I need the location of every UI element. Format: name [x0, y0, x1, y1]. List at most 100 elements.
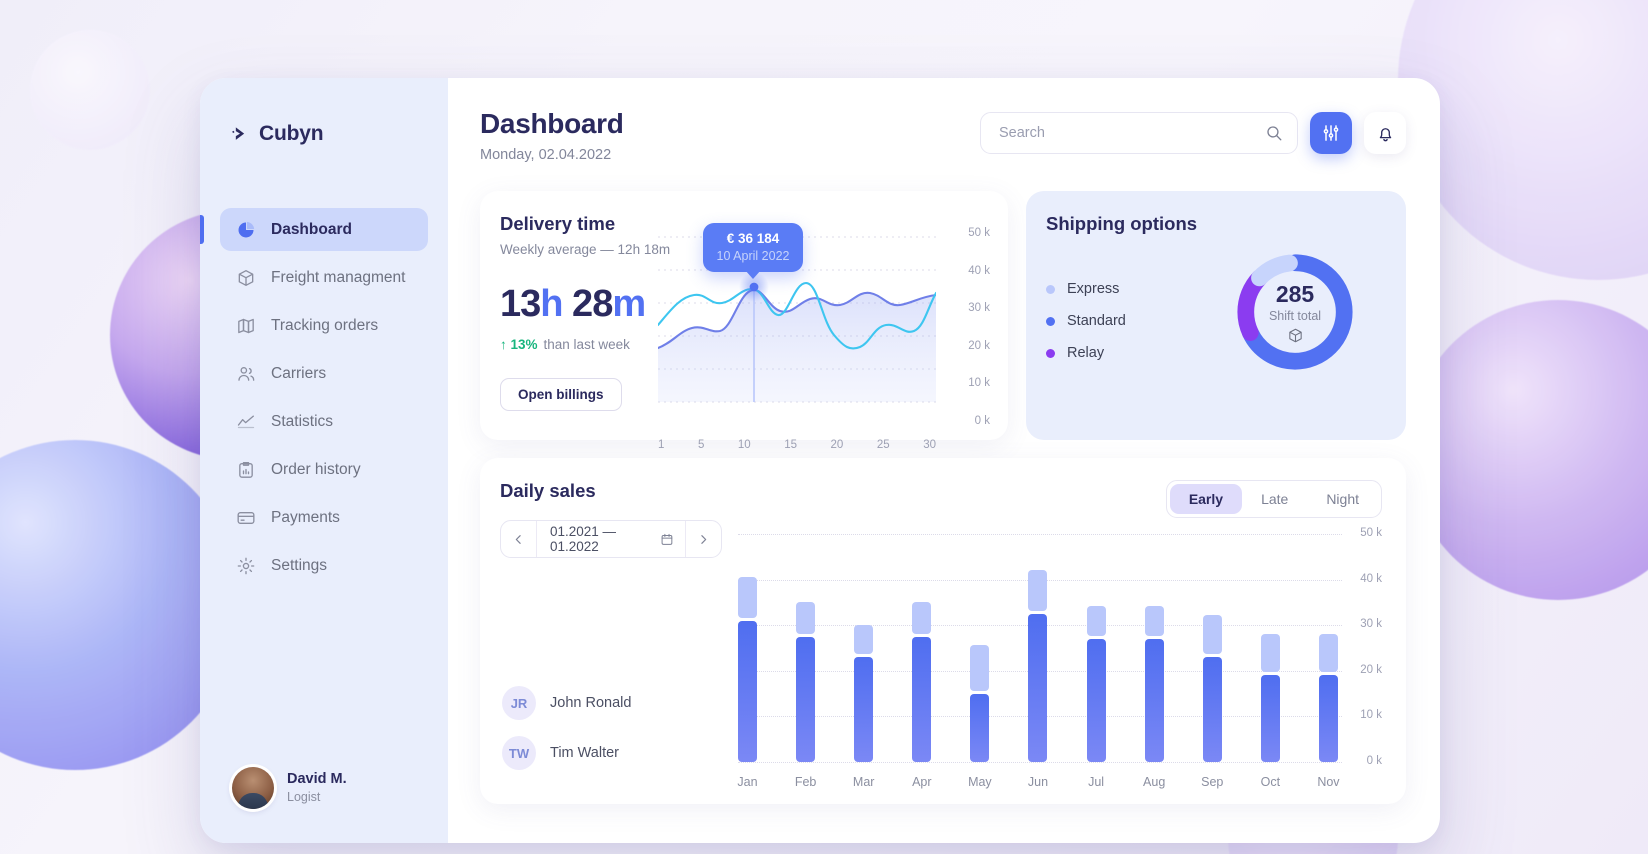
bar-segment-extra — [796, 602, 815, 634]
bar-x-label: Mar — [853, 775, 875, 789]
chevron-right-icon — [697, 533, 710, 546]
tab-early[interactable]: Early — [1170, 484, 1242, 514]
bar-column[interactable]: Feb — [796, 534, 815, 762]
bar-x-label: Jun — [1028, 775, 1048, 789]
sidebar-item-freight-managment[interactable]: Freight managment — [220, 256, 428, 299]
bar-segment-extra — [854, 625, 873, 655]
brand-logo[interactable]: Cubyn — [200, 108, 448, 146]
open-billings-button[interactable]: Open billings — [500, 378, 622, 411]
bar-x-label: Nov — [1317, 775, 1339, 789]
tab-late[interactable]: Late — [1242, 484, 1307, 514]
legend-label: Express — [1067, 281, 1119, 297]
delivery-time-summary: Delivery time Weekly average — 12h 18m 1… — [500, 213, 680, 411]
x-tick: 15 — [784, 439, 797, 451]
cubyn-arrow-logo-icon — [230, 124, 250, 144]
list-item[interactable]: JR John Ronald — [502, 686, 631, 720]
y-tick: 50 k — [968, 227, 990, 239]
sidebar-item-dashboard[interactable]: Dashboard — [220, 208, 428, 251]
donut-center: 285 Shift total — [1230, 247, 1360, 377]
bar-segment-extra — [970, 645, 989, 691]
sidebar-item-carriers[interactable]: Carriers — [220, 352, 428, 395]
bar-segment-extra — [1028, 570, 1047, 611]
delivery-marker-dot[interactable] — [750, 283, 759, 292]
legend-dot — [1046, 317, 1055, 326]
daily-sales-chart: 50 k 40 k 30 k 20 k 10 k 0 k JanFebMarAp… — [738, 534, 1382, 762]
bar-column[interactable]: Mar — [854, 534, 873, 762]
bar-column[interactable]: Aug — [1145, 534, 1164, 762]
date-range-picker: 01.2021 — 01.2022 — [500, 520, 722, 558]
clipboard-icon — [236, 460, 256, 480]
tooltip-date: 10 April 2022 — [703, 249, 803, 263]
search-box[interactable] — [980, 112, 1298, 154]
bar-column[interactable]: Apr — [912, 534, 931, 762]
x-tick: 5 — [698, 439, 704, 451]
bar-segment-extra — [1145, 606, 1164, 636]
bar-column[interactable]: Jan — [738, 534, 757, 762]
calendar-icon[interactable] — [660, 532, 674, 547]
notifications-button[interactable] — [1364, 112, 1406, 154]
map-icon — [236, 316, 256, 336]
delivery-x-axis: 1 5 10 15 20 25 30 — [658, 439, 936, 451]
bar-column[interactable]: Nov — [1319, 534, 1338, 762]
prev-period-button[interactable] — [501, 521, 537, 557]
sidebar-item-payments[interactable]: Payments — [220, 496, 428, 539]
bar-column[interactable]: May — [970, 534, 989, 762]
y-tick: 30 k — [1360, 618, 1382, 630]
y-tick: 20 k — [1360, 664, 1382, 676]
tooltip-value: € 36 184 — [703, 231, 803, 246]
line-chart-icon — [236, 412, 256, 432]
delivery-time-value: 13h 28m — [500, 283, 680, 326]
y-tick: 50 k — [1360, 527, 1382, 539]
sidebar-item-tracking-orders[interactable]: Tracking orders — [220, 304, 428, 347]
bar-segment-extra — [1203, 615, 1222, 654]
card-subtitle: Weekly average — 12h 18m — [500, 242, 680, 257]
y-tick: 0 k — [1367, 755, 1382, 767]
date-range-field[interactable]: 01.2021 — 01.2022 — [537, 524, 685, 554]
bar-column[interactable]: Oct — [1261, 534, 1280, 762]
donut-total-label: Shift total — [1269, 309, 1321, 323]
shipping-options-card: Shipping options Express Standard Relay — [1026, 191, 1406, 440]
next-period-button[interactable] — [685, 521, 721, 557]
tab-night[interactable]: Night — [1307, 484, 1378, 514]
y-tick: 40 k — [968, 265, 990, 277]
sidebar-item-order-history[interactable]: Order history — [220, 448, 428, 491]
legend-dot — [1046, 285, 1055, 294]
daily-sales-card: Daily sales 01.2021 — 01.2022 — [480, 458, 1406, 804]
sidebar-item-label: Order history — [271, 461, 361, 479]
list-item[interactable]: TW Tim Walter — [502, 736, 631, 770]
user-role: Logist — [287, 789, 347, 806]
search-input[interactable] — [999, 125, 1257, 141]
y-tick: 0 k — [968, 415, 990, 427]
legend-label: Standard — [1067, 313, 1126, 329]
bar-x-label: Jul — [1088, 775, 1104, 789]
y-tick: 10 k — [968, 377, 990, 389]
search-icon[interactable] — [1265, 124, 1283, 142]
avatar-initials: JR — [502, 686, 536, 720]
y-tick: 40 k — [1360, 573, 1382, 585]
card-title: Delivery time — [500, 213, 680, 235]
bar-segment-base — [796, 637, 815, 762]
bar-segment-base — [912, 637, 931, 762]
bar-segment-base — [854, 657, 873, 762]
bar-segment-base — [1203, 657, 1222, 762]
filter-button[interactable] — [1310, 112, 1352, 154]
sidebar-item-statistics[interactable]: Statistics — [220, 400, 428, 443]
date-range-value: 01.2021 — 01.2022 — [550, 524, 660, 554]
sidebar-user-profile[interactable]: David M. Logist — [200, 767, 448, 843]
chevron-left-icon — [512, 533, 525, 546]
bar-segment-extra — [912, 602, 931, 634]
bar-column[interactable]: Jul — [1087, 534, 1106, 762]
decorative-blob — [30, 30, 150, 150]
trend-label: than last week — [544, 337, 630, 352]
page-heading: Dashboard Monday, 02.04.2022 — [480, 108, 624, 163]
y-tick: 10 k — [1360, 709, 1382, 721]
bar-segment-base — [1145, 639, 1164, 762]
shift-tabs: Early Late Night — [1166, 480, 1382, 518]
bar-column[interactable]: Jun — [1028, 534, 1047, 762]
main-content: Dashboard Monday, 02.04.2022 — [448, 78, 1440, 843]
sidebar-item-label: Dashboard — [271, 221, 352, 239]
sidebar-item-settings[interactable]: Settings — [220, 544, 428, 587]
bar-column[interactable]: Sep — [1203, 534, 1222, 762]
bar-segment-base — [1028, 614, 1047, 762]
y-tick: 30 k — [968, 302, 990, 314]
